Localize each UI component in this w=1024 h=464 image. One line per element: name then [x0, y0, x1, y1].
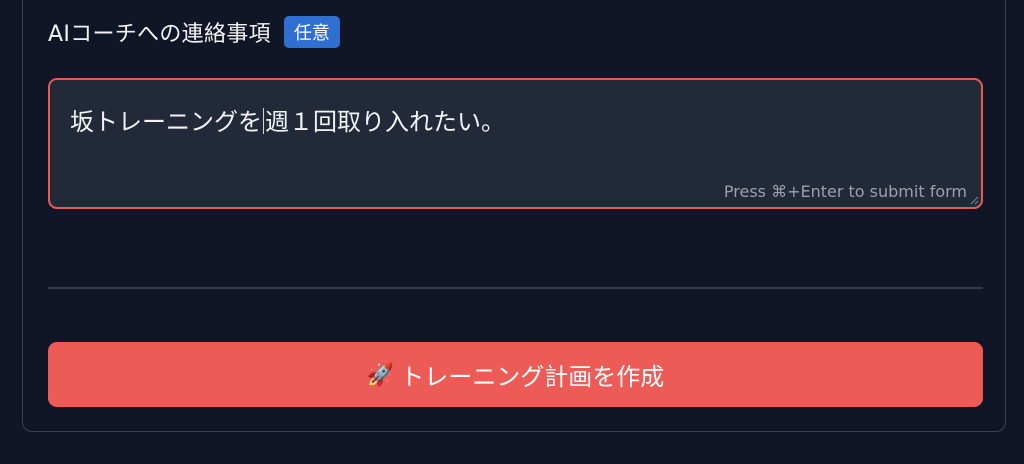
- page: AIコーチへの連絡事項 任意 坂トレーニングを 週１回取り入れたい。 Press …: [0, 0, 1024, 464]
- create-training-plan-button[interactable]: 🚀 トレーニング計画を作成: [48, 342, 983, 407]
- textarea-value[interactable]: 坂トレーニングを 週１回取り入れたい。: [70, 102, 505, 137]
- textarea-text-before-cursor: 坂トレーニングを: [70, 108, 262, 136]
- coach-note-label-row: AIコーチへの連絡事項 任意: [48, 15, 340, 49]
- coach-note-textarea[interactable]: 坂トレーニングを 週１回取り入れたい。 Press ⌘+Enter to subm…: [48, 78, 983, 209]
- optional-badge: 任意: [283, 16, 340, 48]
- coach-note-label: AIコーチへの連絡事項: [48, 22, 271, 47]
- resize-handle-icon[interactable]: [969, 195, 979, 205]
- create-training-plan-label: トレーニング計画を作成: [400, 364, 665, 391]
- divider: [48, 287, 983, 289]
- textarea-text-after-cursor: 週１回取り入れたい。: [265, 108, 505, 136]
- submit-shortcut-hint: Press ⌘+Enter to submit form: [723, 182, 967, 201]
- text-cursor: [263, 108, 264, 134]
- rocket-icon: 🚀: [366, 361, 395, 387]
